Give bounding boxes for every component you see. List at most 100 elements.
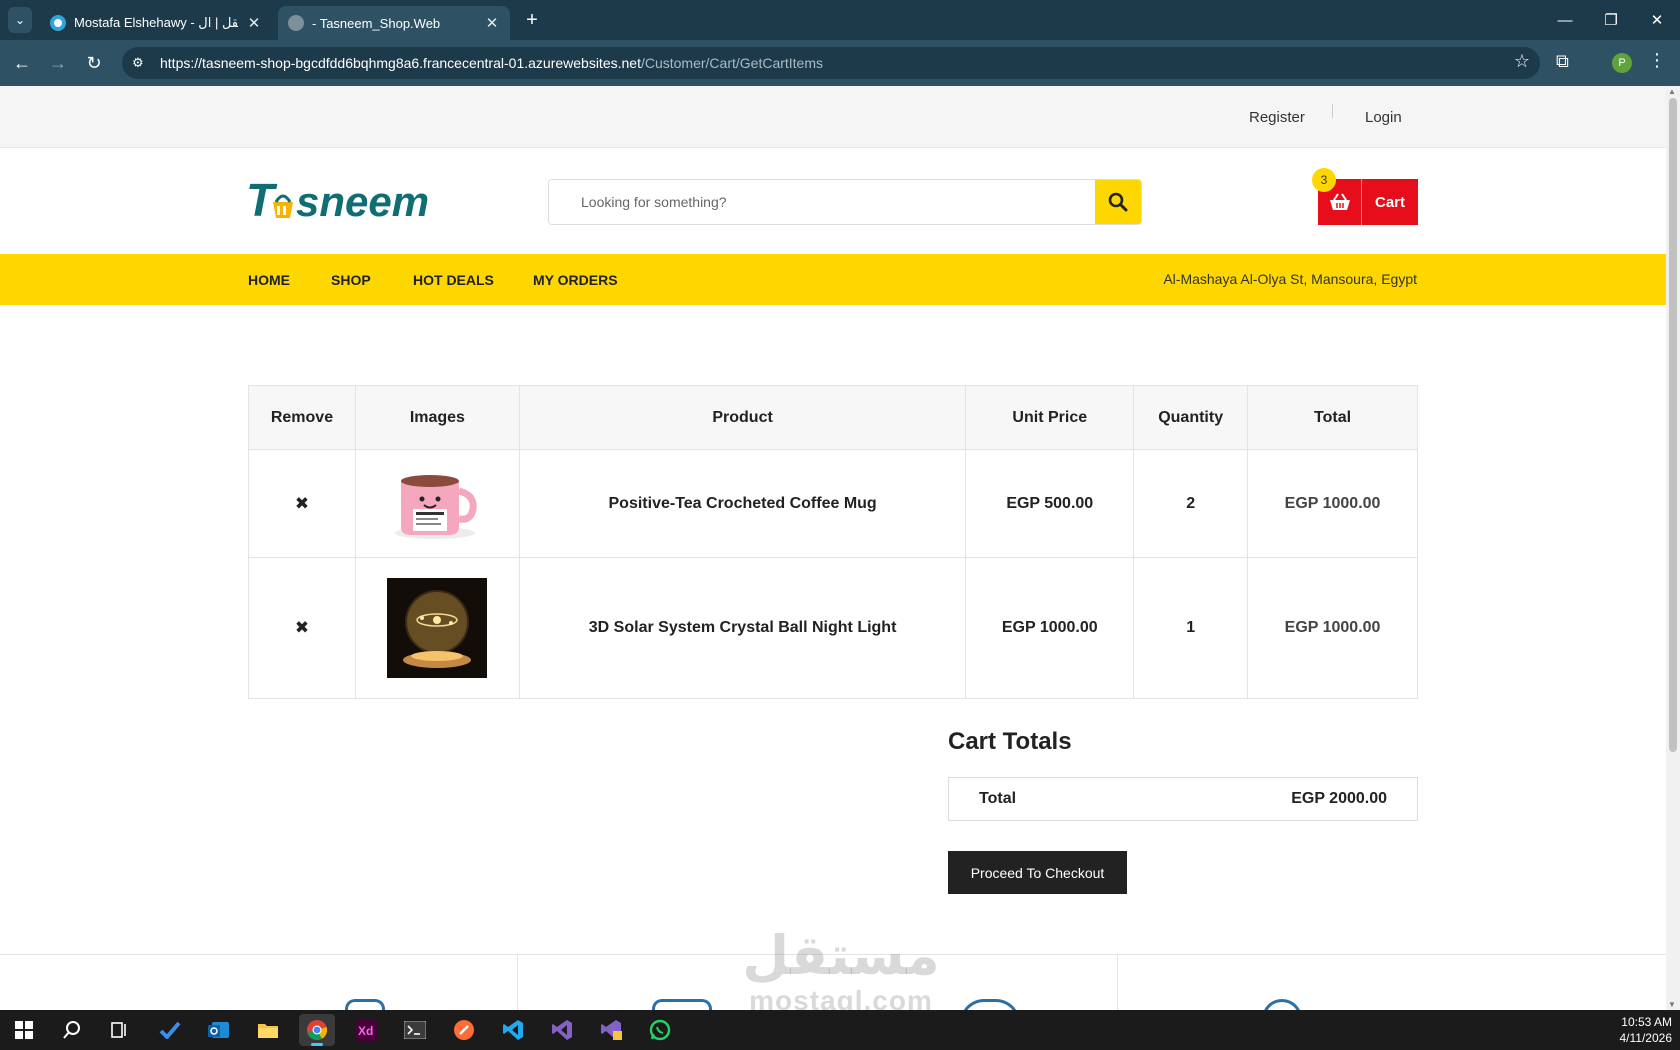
browser-tab-tasneem[interactable]: - Tasneem_Shop.Web ✕ [278, 6, 510, 40]
topbar-divider [1332, 104, 1333, 118]
site-info-icon[interactable]: ⚙ [132, 55, 152, 71]
header-remove: Remove [248, 385, 356, 450]
nav-my-orders[interactable]: MY ORDERS [533, 272, 618, 288]
mostaql-watermark: مستقل mostaql.com [738, 926, 944, 1011]
footer-divider [1117, 955, 1118, 1010]
vscode-icon[interactable] [495, 1014, 531, 1046]
bookmark-star-icon[interactable]: ☆ [1514, 51, 1530, 72]
todo-app-icon[interactable] [152, 1014, 188, 1046]
product-name[interactable]: 3D Solar System Crystal Ball Night Light [518, 557, 967, 699]
login-link[interactable]: Login [1365, 109, 1402, 126]
line-total: EGP 1000.00 [1247, 449, 1418, 558]
scroll-down-arrow-icon[interactable]: ▼ [1668, 1000, 1676, 1009]
chrome-app-icon[interactable] [299, 1014, 335, 1046]
url-path: /Customer/Cart/GetCartItems [640, 55, 824, 71]
tab-title: Mostafa Elshehawy - مستقل | ال [74, 15, 238, 30]
product-name[interactable]: Positive-Tea Crocheted Coffee Mug [518, 449, 967, 558]
header-unit-price: Unit Price [965, 385, 1135, 450]
pink-mug-image[interactable] [387, 467, 487, 541]
browser-tab-mostaql[interactable]: Mostafa Elshehawy - مستقل | ال ✕ [40, 6, 272, 40]
cart-count-badge: 3 [1312, 168, 1336, 192]
cart-table: Remove Images Product Unit Price Quantit… [248, 385, 1418, 699]
restore-icon[interactable]: ❐ [1588, 0, 1634, 40]
remove-cell: ✖ [248, 557, 356, 699]
feature-support-icon [1262, 999, 1302, 1010]
search-input[interactable] [549, 180, 1095, 224]
window-close-icon[interactable]: ✕ [1634, 0, 1680, 40]
system-clock[interactable]: 10:53 AM 4/11/2026 [1620, 1014, 1673, 1046]
extensions-puzzle-icon[interactable]: ⧉ [1556, 51, 1569, 72]
quantity: 1 [1133, 557, 1249, 699]
feature-shipping-icon [345, 999, 385, 1010]
tasneem-logo[interactable]: T sneem [246, 176, 440, 228]
clock-date: 4/11/2026 [1619, 1031, 1673, 1045]
windows-taskbar: Xd 10:53 AM 4/11/2026 [0, 1010, 1680, 1050]
tab-search-chevron-icon[interactable]: ⌄ [8, 7, 32, 33]
terminal-icon[interactable] [397, 1014, 433, 1046]
scroll-up-arrow-icon[interactable]: ▲ [1668, 87, 1676, 96]
url-text: https://tasneem-shop-bgcdfdd6bqhmg8a6.fr… [160, 55, 823, 71]
header-images: Images [354, 385, 520, 450]
profile-avatar[interactable]: P [1612, 53, 1632, 73]
nav-hot-deals[interactable]: HOT DEALS [413, 272, 494, 288]
remove-item-icon[interactable]: ✖ [295, 494, 309, 513]
unit-price: EGP 500.00 [965, 449, 1135, 558]
browser-tab-bar: ⌄ Mostafa Elshehawy - مستقل | ال ✕ - Tas… [0, 0, 1680, 40]
page-viewport: Register Login T sneem Looking for somet… [0, 86, 1680, 1010]
header-quantity: Quantity [1133, 385, 1249, 450]
table-row: ✖ 3D Solar System Crystal Ball Night Lig… [248, 557, 1418, 699]
tab-close-icon[interactable]: ✕ [484, 14, 500, 32]
search-button[interactable] [1095, 180, 1141, 224]
taskbar-search-icon[interactable] [54, 1014, 90, 1046]
total-label: Total [979, 790, 1017, 807]
cart-button[interactable]: Cart 3 [1312, 168, 1418, 225]
quantity: 2 [1133, 449, 1249, 558]
nav-shop[interactable]: SHOP [331, 272, 371, 288]
mostaql-favicon-icon [50, 15, 66, 31]
back-arrow-icon[interactable]: ← [10, 51, 34, 75]
page-scrollbar[interactable]: ▲ ▼ [1666, 86, 1680, 1010]
visual-studio-icon[interactable] [544, 1014, 580, 1046]
globe-favicon-icon [288, 15, 304, 31]
task-view-icon[interactable] [102, 1014, 138, 1046]
tab-title: - Tasneem_Shop.Web [312, 15, 441, 31]
watermark-latin: mostaql.com [749, 985, 933, 1011]
browser-menu-icon[interactable]: ⋮ [1648, 50, 1666, 71]
remove-item-icon[interactable]: ✖ [295, 618, 309, 637]
tab-close-icon[interactable]: ✕ [246, 14, 262, 32]
url-host: https://tasneem-shop-bgcdfdd6bqhmg8a6.fr… [160, 55, 641, 71]
file-explorer-icon[interactable] [250, 1014, 286, 1046]
search-bar [548, 179, 1142, 225]
address-bar[interactable]: ⚙ https://tasneem-shop-bgcdfdd6bqhmg8a6.… [122, 47, 1540, 79]
table-row: ✖ Positive-Tea Crocheted Coffee Mug EGP … [248, 449, 1418, 558]
svg-text:sneem: sneem [296, 178, 429, 225]
minimize-icon[interactable]: — [1542, 0, 1588, 40]
forward-arrow-icon[interactable]: → [46, 51, 70, 75]
scrollbar-thumb[interactable] [1669, 98, 1677, 752]
visual-studio-preview-icon[interactable] [593, 1014, 629, 1046]
browser-toolbar: ← → ↻ ⚙ https://tasneem-shop-bgcdfdd6bqh… [0, 40, 1680, 86]
store-address: Al-Mashaya Al-Olya St, Mansoura, Egypt [1163, 271, 1417, 287]
outlook-app-icon[interactable] [201, 1014, 237, 1046]
feature-shield-icon [960, 999, 1020, 1010]
crystal-ball-image[interactable] [387, 578, 488, 678]
header-product: Product [518, 385, 967, 450]
postman-icon[interactable] [446, 1014, 482, 1046]
nav-home[interactable]: HOME [248, 272, 290, 288]
header-total: Total [1247, 385, 1418, 450]
register-link[interactable]: Register [1249, 109, 1305, 126]
proceed-to-checkout-button[interactable]: Proceed To Checkout [948, 851, 1127, 894]
whatsapp-icon[interactable] [642, 1014, 678, 1046]
clock-time: 10:53 AM [1621, 1015, 1672, 1029]
adobe-xd-icon[interactable]: Xd [348, 1014, 384, 1046]
windows-start-icon[interactable] [6, 1014, 42, 1046]
feature-card-icon [652, 999, 712, 1010]
svg-text:T: T [246, 176, 278, 226]
cart-total-box: Total EGP 2000.00 [948, 777, 1418, 821]
cart-label: Cart [1374, 193, 1405, 211]
search-icon [1108, 192, 1128, 212]
unit-price: EGP 1000.00 [965, 557, 1135, 699]
reload-icon[interactable]: ↻ [82, 51, 106, 75]
image-cell [354, 557, 520, 699]
new-tab-plus-icon[interactable]: + [520, 8, 544, 32]
